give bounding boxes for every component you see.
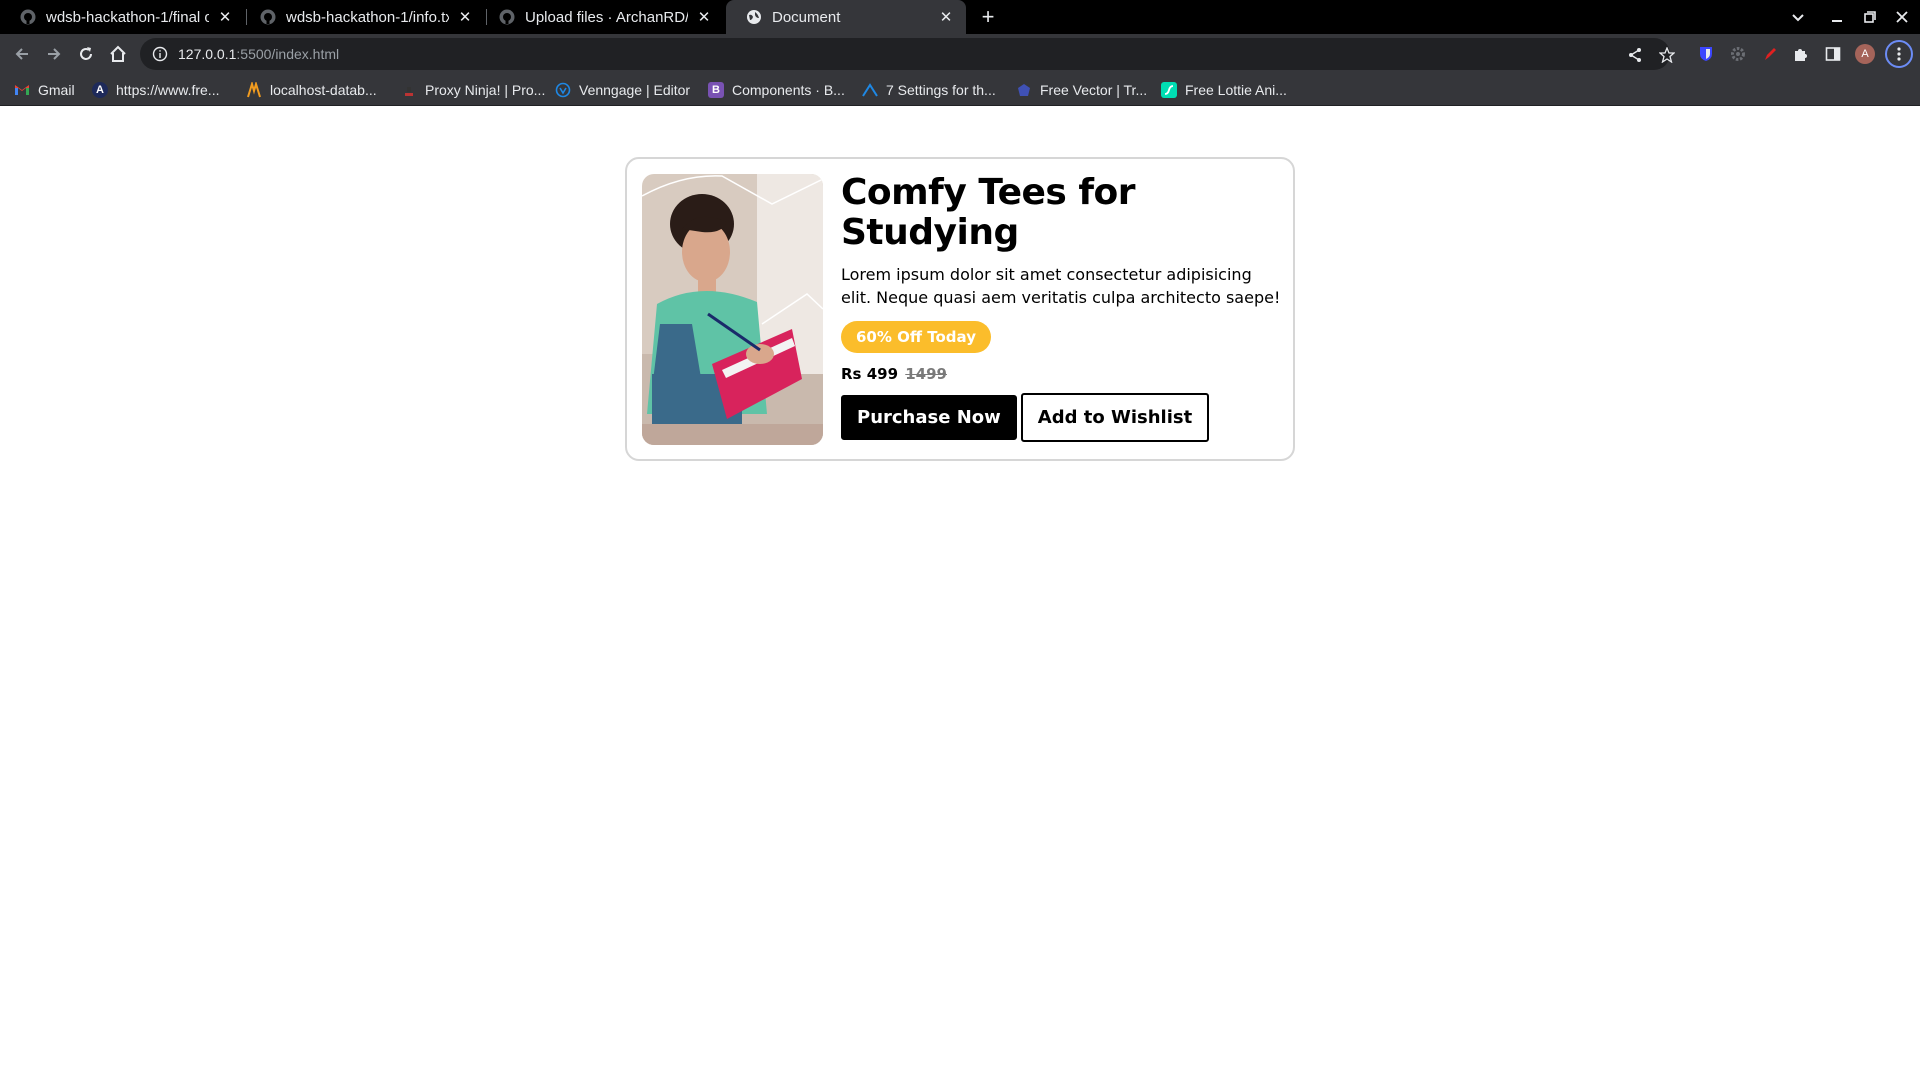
product-description: Lorem ipsum dolor sit amet consectetur a… [841, 265, 1281, 307]
card-actions: Purchase Now Add to Wishlist [841, 393, 1281, 442]
venngage-icon [555, 82, 571, 98]
bookmark-free-lottie[interactable]: Free Lottie Ani... [1161, 74, 1287, 106]
discount-badge: 60% Off Today [841, 321, 991, 353]
url-path: :5500/index.html [236, 46, 340, 62]
tab-1[interactable]: wdsb-hackathon-1/info.txt ✕ [240, 0, 485, 34]
share-icon[interactable] [1626, 46, 1644, 64]
tab-title: Document [772, 8, 841, 26]
original-price: 1499 [905, 365, 947, 383]
bitwarden-extension-icon[interactable] [1696, 44, 1716, 64]
tab-search-icon[interactable] [1783, 0, 1813, 34]
globe-icon [747, 10, 761, 24]
github-icon [20, 9, 36, 25]
tab-title: Upload files · ArchanRD/ha [525, 8, 688, 26]
bookmark-label: Free Lottie Ani... [1185, 82, 1287, 98]
product-details: Comfy Tees for Studying Lorem ipsum dolo… [841, 173, 1281, 442]
settings-site-icon [862, 82, 878, 98]
back-icon[interactable] [8, 40, 36, 68]
tab-3[interactable]: Document ✕ [726, 0, 966, 34]
freepik-icon: A [92, 82, 108, 98]
home-icon[interactable] [104, 40, 132, 68]
url-host: 127.0.0.1 [178, 46, 237, 62]
github-icon [260, 9, 276, 25]
pen-extension-icon[interactable] [1760, 44, 1780, 64]
close-window-icon[interactable] [1887, 0, 1917, 34]
bookmark-proxy-ninja[interactable]: Proxy Ninja! | Pro... [401, 74, 545, 106]
bookmark-venngage[interactable]: Venngage | Editor [555, 74, 690, 106]
xampp-icon [246, 82, 262, 98]
restore-icon[interactable] [1855, 0, 1885, 34]
close-icon[interactable]: ✕ [936, 7, 956, 27]
bookmark-localhost-database[interactable]: localhost-datab... [246, 74, 377, 106]
bookmark-label: https://www.fre... [116, 82, 220, 98]
browser-toolbar: 127.0.0.1:5500/index.html A [0, 34, 1920, 74]
new-tab-button[interactable]: + [975, 4, 1001, 30]
bookmark-bootstrap-components[interactable]: B Components · B... [708, 74, 845, 106]
bookmark-label: Free Vector | Tr... [1040, 82, 1148, 98]
gmail-icon [14, 82, 30, 98]
bookmark-label: Proxy Ninja! | Pro... [425, 82, 546, 98]
bookmark-label: localhost-datab... [270, 82, 377, 98]
github-icon [499, 9, 515, 25]
purchase-now-button[interactable]: Purchase Now [841, 395, 1017, 440]
side-panel-icon[interactable] [1823, 44, 1843, 64]
profile-avatar[interactable]: A [1855, 44, 1875, 64]
address-bar[interactable]: 127.0.0.1:5500/index.html [140, 38, 1675, 70]
bookmark-gmail[interactable]: Gmail [14, 74, 75, 106]
tab-strip: wdsb-hackathon-1/final ou ✕ wdsb-hackath… [0, 0, 1920, 34]
lottie-icon [1161, 82, 1177, 98]
proxy-icon [401, 82, 417, 98]
tab-0[interactable]: wdsb-hackathon-1/final ou ✕ [0, 0, 245, 34]
product-image [642, 174, 823, 445]
bookmark-label: Gmail [38, 82, 75, 98]
current-price: Rs 499 [841, 365, 899, 383]
close-icon[interactable]: ✕ [694, 7, 714, 27]
close-icon[interactable]: ✕ [455, 7, 475, 27]
bookmark-freepik[interactable]: A https://www.fre... [92, 74, 219, 106]
reload-icon[interactable] [72, 40, 100, 68]
forward-icon[interactable] [40, 40, 68, 68]
bootstrap-icon: B [708, 82, 724, 98]
bookmark-label: 7 Settings for th... [886, 82, 996, 98]
menu-kebab-icon[interactable] [1885, 40, 1913, 68]
gear-extension-icon[interactable] [1728, 44, 1748, 64]
extensions-puzzle-icon[interactable] [1791, 44, 1811, 64]
bookmark-label: Components · B... [732, 82, 845, 98]
bookmark-label: Venngage | Editor [579, 82, 691, 98]
product-title: Comfy Tees for Studying [841, 172, 1136, 253]
product-card: Comfy Tees for Studying Lorem ipsum dolo… [625, 157, 1295, 461]
price-row: Rs 499 1499 [841, 365, 1281, 383]
bookmark-7-settings[interactable]: 7 Settings for th... [862, 74, 996, 106]
bookmark-free-vector[interactable]: Free Vector | Tr... [1016, 74, 1147, 106]
bookmark-star-icon[interactable] [1658, 46, 1676, 64]
tab-title: wdsb-hackathon-1/info.txt [286, 8, 449, 26]
url-text: 127.0.0.1:5500/index.html [178, 46, 339, 62]
close-icon[interactable]: ✕ [215, 7, 235, 27]
vector-icon [1016, 82, 1032, 98]
add-to-wishlist-button[interactable]: Add to Wishlist [1020, 393, 1210, 442]
tab-title: wdsb-hackathon-1/final ou [46, 8, 209, 26]
tab-2[interactable]: Upload files · ArchanRD/ha ✕ [479, 0, 724, 34]
info-icon[interactable] [152, 46, 168, 62]
minimize-icon[interactable] [1822, 0, 1852, 34]
bookmarks-bar: Gmail A https://www.fre... localhost-dat… [0, 74, 1920, 106]
